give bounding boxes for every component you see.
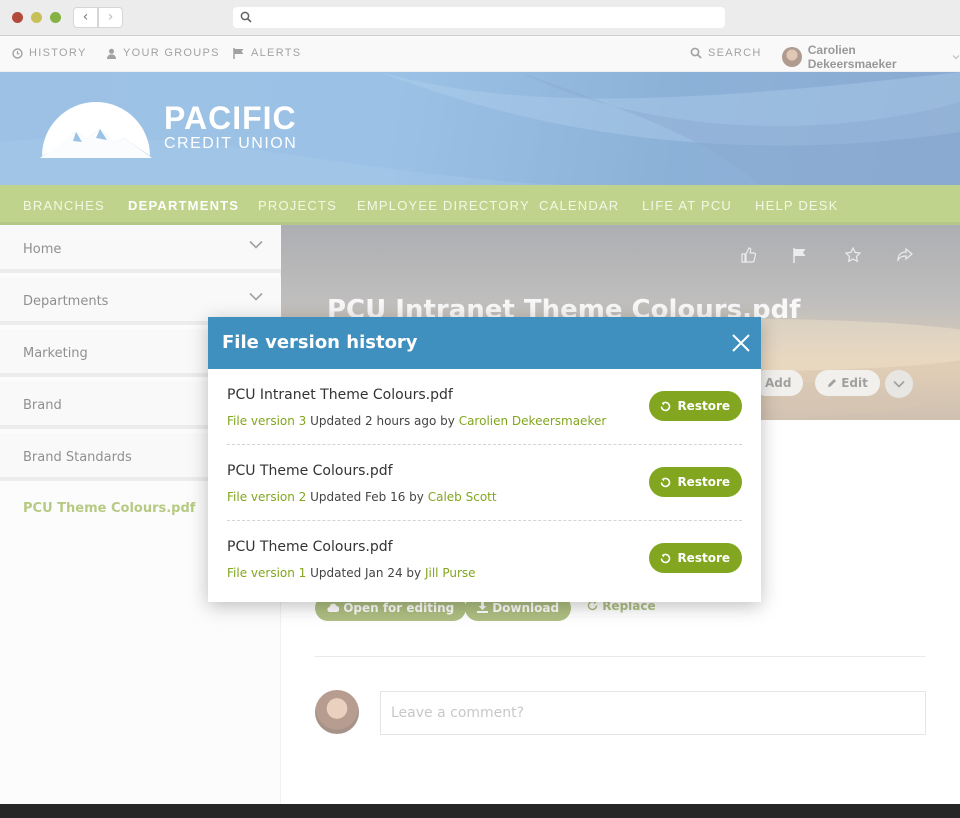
restore-icon: [661, 553, 671, 563]
version-file-name: PCU Theme Colours.pdf: [227, 463, 393, 479]
version-updated-text: Updated 2 hours ago by: [310, 414, 455, 428]
minimize-window-button[interactable]: [31, 12, 42, 23]
version-meta: File version 1 Updated Jan 24 by Jill Pu…: [227, 566, 476, 580]
back-button[interactable]: ‹: [73, 7, 98, 28]
version-link[interactable]: File version 3: [227, 414, 306, 428]
page-footer-bar: [0, 804, 960, 818]
restore-label: Restore: [677, 475, 730, 489]
restore-icon: [661, 477, 671, 487]
search-icon: [240, 11, 252, 23]
dialog-title: File version history: [222, 332, 418, 353]
restore-icon: [661, 401, 671, 411]
browser-toolbar: ‹ ›: [0, 0, 960, 36]
maximize-window-button[interactable]: [50, 12, 61, 23]
version-author-link[interactable]: Jill Purse: [425, 566, 476, 580]
version-author-link[interactable]: Caleb Scott: [428, 490, 497, 504]
version-author-link[interactable]: Carolien Dekeersmaeker: [459, 414, 607, 428]
version-updated-text: Updated Jan 24 by: [310, 566, 422, 580]
restore-button[interactable]: Restore: [649, 391, 742, 421]
version-meta: File version 3 Updated 2 hours ago by Ca…: [227, 414, 606, 428]
version-row: PCU Theme Colours.pdf File version 1 Upd…: [227, 521, 742, 597]
restore-button[interactable]: Restore: [649, 543, 742, 573]
close-icon[interactable]: [731, 333, 751, 353]
restore-label: Restore: [677, 399, 730, 413]
file-version-history-dialog: File version history PCU Intranet Theme …: [208, 317, 761, 602]
dialog-header: File version history: [208, 317, 761, 369]
version-file-name: PCU Theme Colours.pdf: [227, 539, 393, 555]
forward-button[interactable]: ›: [98, 7, 123, 28]
close-window-button[interactable]: [12, 12, 23, 23]
restore-label: Restore: [677, 551, 730, 565]
version-link[interactable]: File version 1: [227, 566, 306, 580]
version-row: PCU Intranet Theme Colours.pdf File vers…: [227, 369, 742, 445]
restore-button[interactable]: Restore: [649, 467, 742, 497]
version-file-name: PCU Intranet Theme Colours.pdf: [227, 387, 453, 403]
version-link[interactable]: File version 2: [227, 490, 306, 504]
version-meta: File version 2 Updated Feb 16 by Caleb S…: [227, 490, 497, 504]
version-row: PCU Theme Colours.pdf File version 2 Upd…: [227, 445, 742, 521]
version-updated-text: Updated Feb 16 by: [310, 490, 424, 504]
address-bar[interactable]: [233, 7, 725, 28]
